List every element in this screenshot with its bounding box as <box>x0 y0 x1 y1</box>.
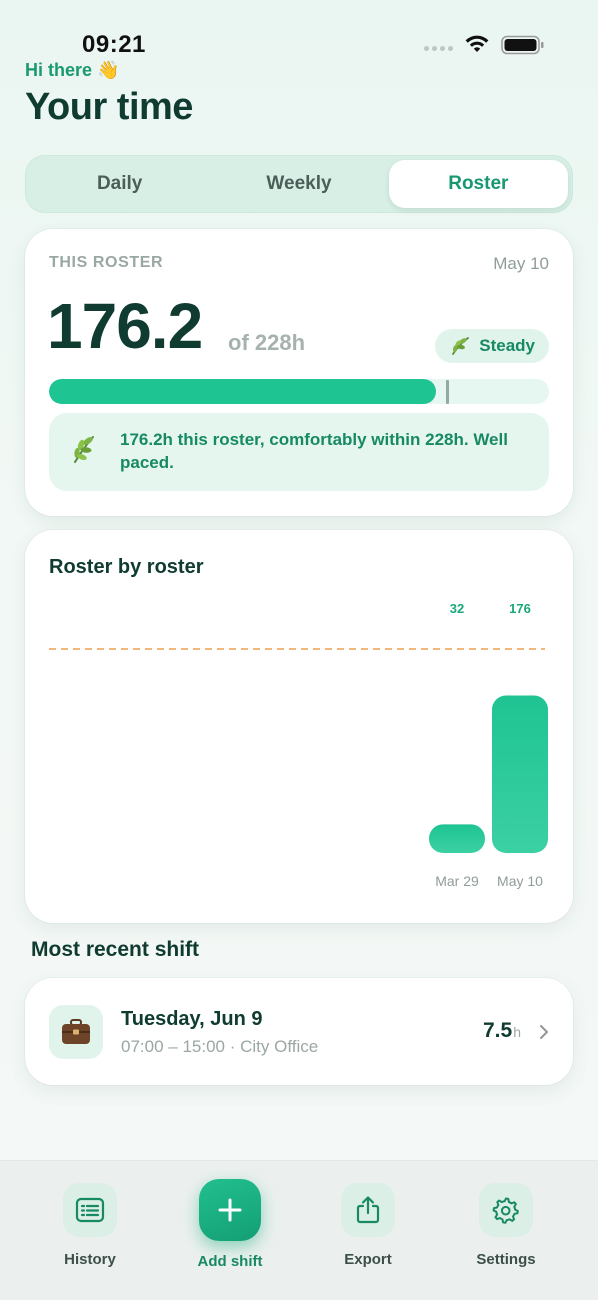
chart-data-label: 176 <box>509 601 531 616</box>
bottom-tab-bar: History Add shift Export Settings <box>0 1160 598 1300</box>
roster-summary-card: THIS ROSTER May 10 176.2 of 228h Steady … <box>25 229 573 516</box>
signal-icon <box>424 46 453 51</box>
shift-date: Tuesday, Jun 9 <box>121 1008 263 1030</box>
shift-hours: 7.5h <box>483 1019 521 1043</box>
tab-export[interactable]: Export <box>318 1183 418 1268</box>
chart-tick-label: May 10 <box>497 873 543 889</box>
tab-history[interactable]: History <box>40 1183 140 1268</box>
chart-tick-label: Mar 29 <box>435 873 479 889</box>
shift-detail: 07:00 – 15:00 · City Office <box>121 1037 319 1056</box>
add-shift-tile <box>199 1179 261 1241</box>
export-tile <box>341 1183 395 1237</box>
shift-hours-value: 7.5 <box>483 1019 513 1042</box>
shift-icon-tile <box>49 1005 103 1059</box>
status-time: 09:21 <box>82 31 146 58</box>
roster-chart-card: Roster by roster 32 Mar 29 176 May 10 <box>25 530 573 923</box>
greeting: Hi there 👋 <box>25 60 120 80</box>
status-badge-label: Steady <box>479 336 535 355</box>
roster-hours-value: 176.2 <box>47 290 203 362</box>
tab-weekly[interactable]: Weekly <box>209 160 388 208</box>
tab-history-label: History <box>64 1251 116 1268</box>
leaf-icon <box>74 436 94 463</box>
history-tile <box>63 1183 117 1237</box>
pace-note: 176.2h this roster, comfortably within 2… <box>49 413 549 491</box>
period-segmented-control: Daily Weekly Roster <box>25 155 573 213</box>
roster-date: May 10 <box>493 254 549 273</box>
tab-roster[interactable]: Roster <box>388 160 568 208</box>
gear-icon <box>492 1197 519 1224</box>
chevron-right-icon <box>540 1025 548 1039</box>
chart-bar <box>492 695 548 853</box>
section-title-recent: Most recent shift <box>31 938 200 961</box>
roster-hours-total: of 228h <box>228 330 306 355</box>
wifi-icon <box>465 35 489 52</box>
status-bar: 09:21 <box>0 0 598 62</box>
battery-icon <box>501 35 544 55</box>
leaf-icon <box>452 337 470 355</box>
plus-icon <box>218 1198 242 1222</box>
progress-target-marker <box>446 380 449 404</box>
briefcase-icon <box>62 1019 90 1044</box>
roster-progress-fill <box>49 379 436 404</box>
roster-bar-chart: 32 Mar 29 176 May 10 <box>49 601 548 889</box>
tab-settings-label: Settings <box>476 1251 536 1268</box>
settings-tile <box>479 1183 533 1237</box>
add-shift-label: Add shift <box>197 1253 263 1270</box>
card-eyebrow: THIS ROSTER <box>49 254 164 271</box>
chart-data-label: 32 <box>450 601 464 616</box>
tab-settings[interactable]: Settings <box>456 1183 556 1268</box>
roster-progress-bar <box>49 379 549 404</box>
pace-note-text: 176.2h this roster, comfortably within 2… <box>120 430 508 472</box>
status-badge: Steady <box>435 329 549 363</box>
tab-export-label: Export <box>344 1251 392 1268</box>
add-shift-button[interactable]: Add shift <box>170 1179 290 1270</box>
chart-bar <box>429 824 485 853</box>
list-icon <box>75 1197 105 1223</box>
share-icon <box>356 1196 380 1224</box>
recent-shift-card[interactable]: Tuesday, Jun 9 07:00 – 15:00 · City Offi… <box>25 978 573 1085</box>
page-title: Your time <box>25 86 193 128</box>
tab-daily[interactable]: Daily <box>30 160 209 208</box>
shift-hours-unit: h <box>513 1024 521 1040</box>
